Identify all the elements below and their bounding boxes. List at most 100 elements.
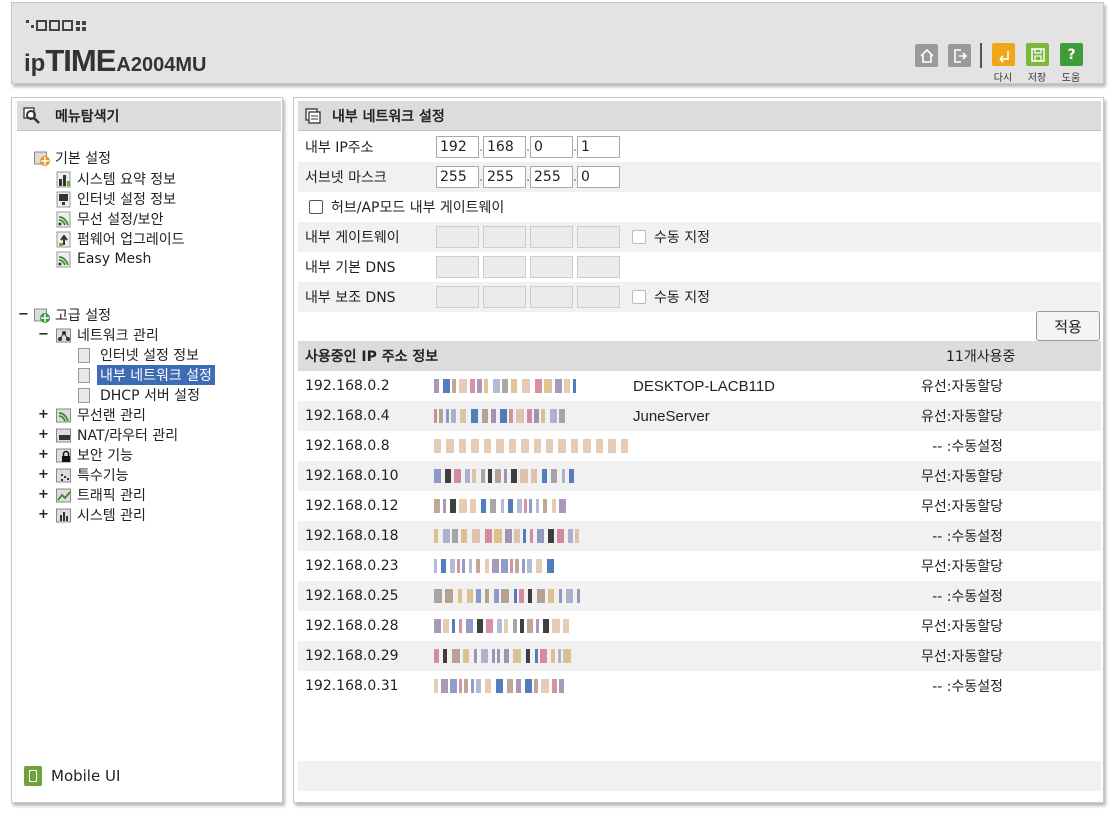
expand-system-icon[interactable]: + — [38, 507, 49, 522]
dns-secondary-octet-3[interactable] — [530, 286, 573, 308]
internal-ip-octet-2[interactable]: 168 — [483, 136, 526, 158]
internal-ip-row: 내부 IP주소 192. 168. 0. 1 — [298, 132, 1101, 162]
ip-table-title: 사용중인 IP 주소 정보 — [305, 349, 439, 365]
menu-wireless-security[interactable]: 무선 설정/보안 — [56, 209, 163, 229]
tree-wireless-lan[interactable]: 무선랜 관리 — [56, 405, 146, 425]
table-row: 192.168.0.23 무선:자동할당 — [298, 551, 1101, 581]
table-row: 192.168.0.8 -- :수동설정 — [298, 431, 1101, 461]
mobile-ui-link[interactable]: Mobile UI — [24, 766, 120, 786]
reset-icon[interactable] — [992, 43, 1015, 66]
page-title-bar: 내부 네트워크 설정 — [298, 101, 1101, 131]
assignment-status-cell: -- :수동설정 — [932, 439, 1003, 455]
dns-primary-octet-1[interactable] — [436, 256, 479, 278]
save-label[interactable]: 저장 — [1022, 69, 1052, 84]
mobile-ui-label: Mobile UI — [51, 767, 121, 785]
subnet-octet-4[interactable]: 0 — [577, 166, 620, 188]
dns-manual-checkbox[interactable] — [632, 290, 646, 304]
header-divider — [980, 43, 982, 68]
reset-label[interactable]: 다시 — [988, 69, 1018, 84]
subnet-mask-row: 서브넷 마스크 255. 255. 255. 0 — [298, 162, 1101, 192]
dns-manual-label: 수동 지정 — [654, 290, 710, 306]
tree-nat-router[interactable]: NAT/라우터 관리 — [56, 425, 178, 445]
gateway-octet-2[interactable] — [483, 226, 526, 248]
gateway-label: 내부 게이트웨이 — [305, 230, 400, 246]
internal-ip-label: 내부 IP주소 — [305, 140, 374, 156]
collapse-advanced-icon[interactable]: − — [18, 307, 29, 322]
page-icon — [78, 367, 90, 383]
subnet-octet-1[interactable]: 255 — [436, 166, 479, 188]
dns-secondary-label: 내부 보조 DNS — [305, 290, 396, 306]
menu-system-summary-label: 시스템 요약 정보 — [77, 172, 177, 188]
model-name: A2004MU — [116, 54, 207, 76]
empty-row — [298, 761, 1101, 791]
dns-primary-octet-2[interactable] — [483, 256, 526, 278]
internal-ip-octet-4[interactable]: 1 — [577, 136, 620, 158]
lock-folder-icon — [56, 447, 73, 464]
menu-firmware-upgrade[interactable]: 펌웨어 업그레이드 — [56, 229, 185, 249]
tree-advanced-settings[interactable]: 고급 설정 — [34, 305, 111, 325]
mac-address-redacted — [434, 437, 633, 455]
tree-basic-settings[interactable]: 기본 설정 — [34, 148, 111, 168]
dns-secondary-octet-1[interactable] — [436, 286, 479, 308]
dns-primary-row: 내부 기본 DNS — [298, 252, 1101, 282]
mesh-wifi-icon — [56, 251, 73, 268]
tree-security[interactable]: 보안 기능 — [56, 445, 133, 465]
gateway-octet-4[interactable] — [577, 226, 620, 248]
internal-ip-octet-3[interactable]: 0 — [530, 136, 573, 158]
tree-network-management[interactable]: 네트워크 관리 — [56, 325, 159, 345]
brand-ip: ip — [24, 50, 46, 77]
subnet-octet-2[interactable]: 255 — [483, 166, 526, 188]
gateway-octet-1[interactable] — [436, 226, 479, 248]
collapse-network-icon[interactable]: − — [38, 327, 49, 342]
assignment-status-cell: 무선:자동할당 — [921, 499, 1003, 515]
menu-explorer: 메뉴탐색기 기본 설정 시스템 요약 정보 인터넷 설정 정보 무선 설정/보안… — [11, 97, 283, 803]
menu-system-summary[interactable]: 시스템 요약 정보 — [56, 169, 176, 189]
mac-address-redacted — [434, 377, 633, 395]
help-icon[interactable]: ? — [1060, 43, 1083, 66]
tree-special-functions[interactable]: 특수기능 — [56, 465, 129, 485]
page-icon — [78, 387, 90, 403]
apply-button[interactable]: 적용 — [1036, 311, 1100, 341]
help-label[interactable]: 도움 — [1056, 69, 1086, 84]
logout-icon[interactable] — [948, 44, 971, 67]
hub-ap-mode-checkbox[interactable] — [309, 200, 323, 214]
assignment-status-cell: 무선:자동할당 — [921, 619, 1003, 635]
ip-address-cell: 192.168.0.31 — [305, 678, 399, 694]
internal-ip-input: 192. 168. 0. 1 — [436, 136, 620, 158]
tree-traffic[interactable]: 트래픽 관리 — [56, 485, 146, 505]
folder-settings-icon — [34, 150, 51, 167]
subnet-octet-3[interactable]: 255 — [530, 166, 573, 188]
tree-special-functions-label: 특수기능 — [77, 468, 129, 484]
expand-wireless-icon[interactable]: + — [38, 407, 49, 422]
expand-nat-icon[interactable]: + — [38, 427, 49, 442]
dns-primary-octet-3[interactable] — [530, 256, 573, 278]
expand-traffic-icon[interactable]: + — [38, 487, 49, 502]
home-icon[interactable] — [915, 44, 938, 67]
tree-system[interactable]: 시스템 관리 — [56, 505, 146, 525]
menu-internal-network[interactable]: 내부 네트워크 설정 — [78, 365, 215, 385]
expand-security-icon[interactable]: + — [38, 447, 49, 462]
menu-internet-info[interactable]: 인터넷 설정 정보 — [56, 189, 176, 209]
dns-secondary-octet-2[interactable] — [483, 286, 526, 308]
gateway-octet-3[interactable] — [530, 226, 573, 248]
table-row: 192.168.0.25 -- :수동설정 — [298, 581, 1101, 611]
traffic-folder-icon — [56, 487, 73, 504]
mac-address-redacted — [434, 557, 633, 575]
table-row: 192.168.0.28 무선:자동할당 — [298, 611, 1101, 641]
save-icon[interactable] — [1026, 43, 1049, 66]
wifi-folder-icon — [56, 407, 73, 424]
dns-secondary-octet-4[interactable] — [577, 286, 620, 308]
internal-ip-octet-1[interactable]: 192 — [436, 136, 479, 158]
expand-special-icon[interactable]: + — [38, 467, 49, 482]
upgrade-icon — [56, 231, 73, 248]
menu-internet-settings[interactable]: 인터넷 설정 정보 — [78, 345, 199, 365]
magnifier-icon — [23, 106, 41, 125]
gateway-manual-checkbox[interactable] — [632, 230, 646, 244]
ip-address-cell: 192.168.0.28 — [305, 618, 399, 634]
ip-address-cell: 192.168.0.2 — [305, 378, 390, 394]
menu-dhcp-server[interactable]: DHCP 서버 설정 — [78, 385, 200, 405]
menu-internet-settings-label: 인터넷 설정 정보 — [100, 348, 200, 364]
menu-easy-mesh[interactable]: Easy Mesh — [56, 249, 151, 269]
dns-primary-octet-4[interactable] — [577, 256, 620, 278]
folder-advanced-icon — [34, 307, 51, 324]
